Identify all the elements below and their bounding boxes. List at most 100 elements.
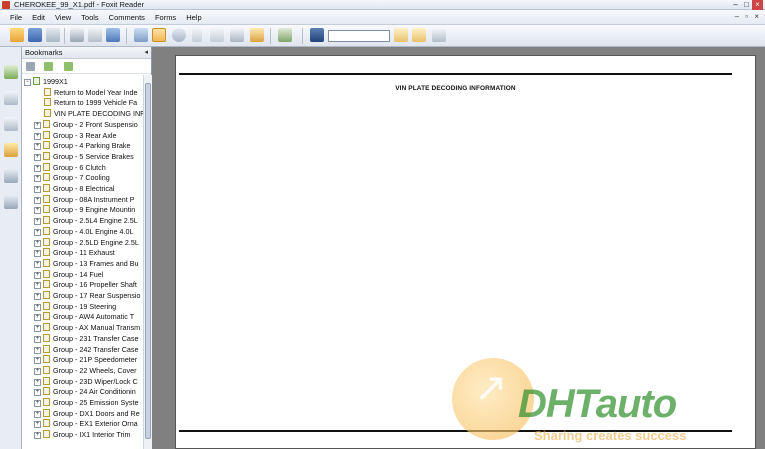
layers-tab-icon[interactable] (4, 117, 18, 131)
bookmark-item[interactable]: + Group - 5 Service Brakes (34, 151, 134, 163)
find-options-icon[interactable] (432, 28, 446, 42)
expand-node-icon[interactable]: + (34, 389, 41, 397)
bookmark-item[interactable]: + Group - 9 Engine Mountin (34, 205, 135, 216)
menu-view[interactable]: View (55, 13, 71, 22)
signatures-tab-icon[interactable] (4, 195, 18, 209)
expand-node-icon[interactable]: + (34, 303, 41, 311)
expand-node-icon[interactable]: + (34, 164, 41, 172)
bookmark-item[interactable]: + Group - 08A Instrument P (34, 194, 135, 206)
bookmark-item[interactable]: + Group - 4 Parking Brake (34, 141, 131, 152)
expand-node-icon[interactable]: + (34, 410, 41, 418)
bookmark-item[interactable]: + Group - AW4 Automatic T (34, 312, 134, 323)
expand-node-icon[interactable]: + (34, 153, 41, 161)
expand-node-icon[interactable]: + (34, 228, 41, 236)
print-icon[interactable] (70, 28, 84, 42)
expand-bookmark-icon[interactable] (44, 62, 53, 71)
bookmarks-tab-icon[interactable] (4, 65, 18, 79)
pages-tab-icon[interactable] (4, 91, 18, 105)
properties-icon[interactable] (106, 28, 120, 42)
expand-node-icon[interactable]: + (34, 335, 41, 343)
expand-node-icon[interactable]: + (34, 432, 41, 440)
menu-file[interactable]: File (10, 13, 22, 22)
bookmark-item[interactable]: VIN PLATE DECODING INF (44, 109, 143, 120)
bookmark-item[interactable]: + Group - 4.0L Engine 4.0L (34, 226, 133, 238)
expand-node-icon[interactable]: + (34, 186, 41, 193)
expand-node-icon[interactable]: + (34, 132, 41, 140)
document-window-controls-icon[interactable]: – ▫ × (735, 12, 761, 21)
maximize-icon[interactable]: □ (741, 0, 752, 10)
bookmark-item[interactable]: + Group - 24 Air Conditionin (34, 387, 136, 398)
bookmark-item[interactable]: Return to Model Year Inde (44, 87, 138, 99)
minimize-icon[interactable]: – (730, 0, 741, 10)
stamp-icon[interactable] (250, 28, 264, 42)
expand-node-icon[interactable]: + (34, 260, 41, 268)
bookmark-item[interactable]: + Group - 7 Cooling (34, 173, 110, 184)
bookmark-item[interactable]: + Group - IX1 Interior Trim (34, 430, 131, 441)
attachments-tab-icon[interactable] (4, 169, 18, 183)
bookmark-item[interactable]: + Group - 11 Exhaust (34, 248, 115, 259)
expand-node-icon[interactable]: + (34, 218, 41, 226)
bookmark-item[interactable]: + Group - AX Manual Transm (34, 323, 140, 334)
find-next-icon[interactable] (412, 28, 426, 42)
fullscreen-icon[interactable] (134, 28, 148, 42)
menu-forms[interactable]: Forms (155, 13, 176, 22)
bookmark-item[interactable]: + Group - 242 Transfer Case (34, 344, 139, 356)
collapse-node-icon[interactable]: − (24, 79, 31, 86)
email-icon[interactable] (88, 28, 102, 42)
select-text-icon[interactable] (192, 28, 202, 42)
bookmark-item[interactable]: + Group - 2.5LD Engine 2.5L (34, 237, 139, 249)
delete-bookmark-icon[interactable] (26, 62, 35, 71)
expand-node-icon[interactable]: + (34, 271, 41, 279)
bookmark-item[interactable]: + Group - 8 Electrical (34, 184, 115, 195)
search-input[interactable] (328, 30, 390, 42)
bookmark-item[interactable]: + Group - 17 Rear Suspensio (34, 291, 141, 302)
collapse-panel-icon[interactable]: ◂ (144, 48, 148, 56)
bookmarks-scrollbar[interactable] (143, 75, 152, 449)
expand-node-icon[interactable]: + (34, 367, 41, 375)
expand-node-icon[interactable]: + (34, 250, 41, 258)
expand-node-icon[interactable]: + (34, 239, 41, 247)
bookmark-item[interactable]: + Group - 14 Fuel (34, 269, 103, 281)
expand-node-icon[interactable]: + (34, 325, 41, 333)
snapshot-icon[interactable] (230, 28, 244, 42)
collapse-bookmark-icon[interactable] (64, 62, 73, 71)
bookmark-item[interactable]: + Group - 3 Rear Axle (34, 130, 117, 142)
expand-node-icon[interactable]: + (34, 378, 41, 386)
menu-tools[interactable]: Tools (81, 13, 99, 22)
bookmark-item[interactable]: + Group - 231 Transfer Case (34, 333, 139, 345)
find-binoculars-icon[interactable] (310, 28, 324, 42)
find-previous-icon[interactable] (394, 28, 408, 42)
expand-node-icon[interactable]: + (34, 282, 41, 290)
menu-comments[interactable]: Comments (109, 13, 145, 22)
menu-edit[interactable]: Edit (32, 13, 45, 22)
expand-node-icon[interactable]: + (34, 207, 41, 215)
save-as-icon[interactable] (46, 28, 60, 42)
bookmark-item[interactable]: + Group - 16 Propeller Shaft (34, 280, 137, 291)
hand-tool-icon[interactable] (152, 28, 166, 42)
bookmark-item[interactable]: Return to 1999 Vehicle Fa (44, 98, 137, 109)
expand-node-icon[interactable]: + (34, 357, 41, 365)
scrollbar-thumb[interactable] (145, 83, 151, 439)
bookmark-item[interactable]: + Group - 23D Wiper/Lock C (34, 376, 138, 388)
expand-node-icon[interactable]: + (34, 314, 41, 322)
expand-node-icon[interactable]: + (34, 293, 41, 300)
expand-node-icon[interactable]: + (34, 346, 41, 354)
bookmark-item[interactable]: + Group - 2.5L4 Engine 2.5L (34, 216, 138, 227)
typewriter-icon[interactable] (278, 28, 292, 42)
expand-node-icon[interactable]: + (34, 196, 41, 204)
zoom-icon[interactable] (172, 28, 186, 42)
bookmark-item[interactable]: + Group - 2 Front Suspensio (34, 119, 138, 131)
bookmark-item[interactable]: + Group - 25 Emission Syste (34, 398, 139, 409)
bookmark-item[interactable]: + Group - 22 Wheels, Cover (34, 365, 137, 377)
document-viewer[interactable]: VIN PLATE DECODING INFORMATION (152, 47, 765, 449)
bookmark-item[interactable]: + Group - EX1 Exterior Orna (34, 419, 138, 430)
save-icon[interactable] (28, 28, 42, 42)
bookmark-item[interactable]: + Group - 13 Frames and Bu (34, 258, 139, 270)
expand-node-icon[interactable]: + (34, 121, 41, 129)
expand-node-icon[interactable]: + (34, 421, 41, 429)
comments-tab-icon[interactable] (4, 143, 18, 157)
text-viewer-icon[interactable] (210, 28, 224, 42)
expand-node-icon[interactable]: + (34, 175, 41, 183)
bookmark-item[interactable]: + Group - DX1 Doors and Re (34, 408, 140, 420)
bookmark-root[interactable]: − 1999X1 (24, 77, 68, 88)
